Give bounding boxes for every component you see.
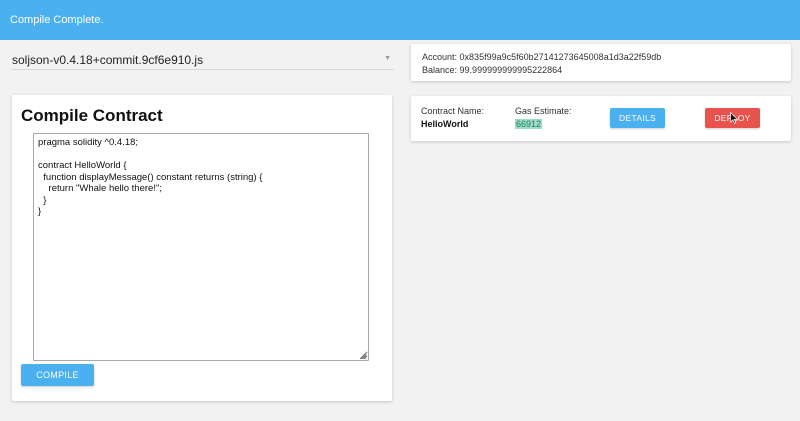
panel-title: Compile Contract <box>21 106 163 125</box>
account-row: Account: 0x835f99a9c5f60b27141273645008a… <box>422 52 661 62</box>
compiler-version-value: soljson-v0.4.18+commit.9cf6e910.js <box>12 53 204 67</box>
balance-label: Balance: <box>422 65 458 75</box>
contract-source-editor[interactable]: pragma solidity ^0.4.18; contract HelloW… <box>33 133 369 361</box>
gas-estimate-value: 66912 <box>515 119 543 129</box>
mouse-cursor-icon <box>730 112 738 124</box>
status-message: Compile Complete. <box>10 14 104 26</box>
resize-grip-icon[interactable]: ◢ <box>360 352 368 360</box>
gas-estimate-label: Gas Estimate: <box>515 106 572 116</box>
caret-down-icon: ▼ <box>384 55 391 62</box>
account-info-card: Account: 0x835f99a9c5f60b27141273645008a… <box>411 44 791 81</box>
status-banner: Compile Complete. <box>0 0 800 40</box>
compile-button[interactable]: COMPILE <box>21 364 94 386</box>
account-address: 0x835f99a9c5f60b27141273645008a1d3a22f59… <box>459 52 662 62</box>
balance-row: Balance: 99.999999999995222864 <box>422 65 562 75</box>
compiler-version-select[interactable]: soljson-v0.4.18+commit.9cf6e910.js ▼ <box>12 50 394 70</box>
details-button[interactable]: DETAILS <box>610 108 665 128</box>
balance-value: 99.999999999995222864 <box>459 65 563 75</box>
contract-name-label: Contract Name: <box>421 106 485 116</box>
contract-name-value: HelloWorld <box>421 119 469 129</box>
compile-contract-panel: Compile Contract pragma solidity ^0.4.18… <box>12 95 392 401</box>
account-label: Account: <box>422 52 458 62</box>
